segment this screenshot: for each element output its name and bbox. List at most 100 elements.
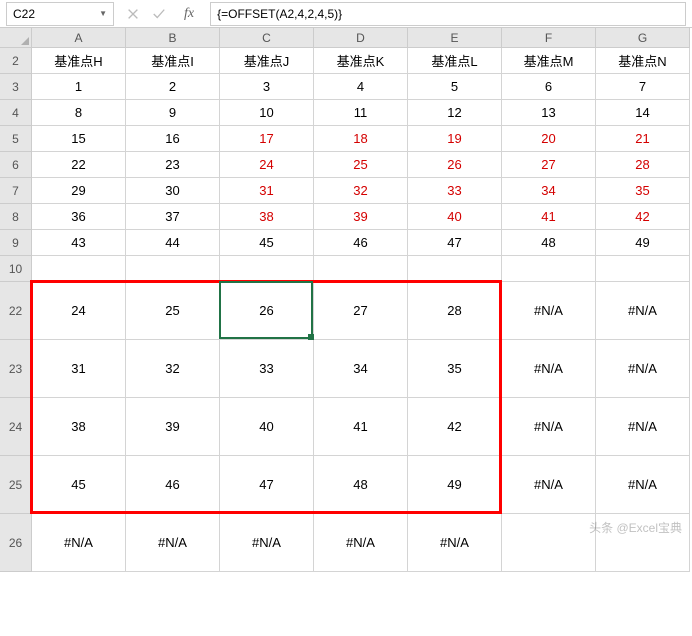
cell[interactable]: 基准点L — [408, 48, 502, 74]
column-header[interactable]: G — [596, 28, 690, 48]
cell[interactable]: 40 — [408, 204, 502, 230]
row-header[interactable]: 4 — [0, 100, 32, 126]
cell[interactable]: #N/A — [596, 340, 690, 398]
column-header[interactable]: D — [314, 28, 408, 48]
cell[interactable]: 25 — [126, 282, 220, 340]
cell[interactable] — [32, 256, 126, 282]
cell[interactable]: 18 — [314, 126, 408, 152]
cell[interactable]: 基准点M — [502, 48, 596, 74]
cell[interactable]: 27 — [502, 152, 596, 178]
row-header[interactable]: 10 — [0, 256, 32, 282]
column-header[interactable]: B — [126, 28, 220, 48]
cell[interactable]: 38 — [32, 398, 126, 456]
cell[interactable] — [408, 256, 502, 282]
cell[interactable]: 35 — [408, 340, 502, 398]
row-header[interactable]: 25 — [0, 456, 32, 514]
cell[interactable] — [220, 256, 314, 282]
formula-input[interactable]: {=OFFSET(A2,4,2,4,5)} — [210, 2, 686, 26]
cell[interactable]: 29 — [32, 178, 126, 204]
cell[interactable]: 5 — [408, 74, 502, 100]
cell[interactable]: 8 — [32, 100, 126, 126]
cell[interactable]: #N/A — [314, 514, 408, 572]
cell[interactable]: 33 — [408, 178, 502, 204]
cell[interactable]: 32 — [126, 340, 220, 398]
cell[interactable]: #N/A — [32, 514, 126, 572]
cell[interactable]: 42 — [408, 398, 502, 456]
cell[interactable]: 11 — [314, 100, 408, 126]
cell[interactable]: 9 — [126, 100, 220, 126]
cell[interactable]: 3 — [220, 74, 314, 100]
row-header[interactable]: 2 — [0, 48, 32, 74]
cell[interactable]: 42 — [596, 204, 690, 230]
cell[interactable]: #N/A — [126, 514, 220, 572]
cell[interactable]: 16 — [126, 126, 220, 152]
cell[interactable] — [596, 256, 690, 282]
cell[interactable]: 19 — [408, 126, 502, 152]
name-box-dropdown-icon[interactable]: ▼ — [99, 9, 107, 18]
row-header[interactable]: 9 — [0, 230, 32, 256]
cell[interactable]: 36 — [32, 204, 126, 230]
cell[interactable]: 7 — [596, 74, 690, 100]
cell[interactable]: #N/A — [408, 514, 502, 572]
column-header[interactable]: C — [220, 28, 314, 48]
cell[interactable]: 22 — [32, 152, 126, 178]
cell[interactable]: 46 — [126, 456, 220, 514]
cell[interactable]: 23 — [126, 152, 220, 178]
cell[interactable]: 基准点N — [596, 48, 690, 74]
fx-icon[interactable]: fx — [178, 6, 200, 22]
cell[interactable]: #N/A — [502, 282, 596, 340]
cell[interactable]: 39 — [314, 204, 408, 230]
cell[interactable]: #N/A — [502, 340, 596, 398]
cell[interactable] — [126, 256, 220, 282]
cell[interactable]: 26 — [408, 152, 502, 178]
cell[interactable] — [314, 256, 408, 282]
cell[interactable]: 44 — [126, 230, 220, 256]
column-header[interactable]: A — [32, 28, 126, 48]
cell[interactable]: 15 — [32, 126, 126, 152]
cell[interactable]: 21 — [596, 126, 690, 152]
row-header[interactable]: 3 — [0, 74, 32, 100]
row-header[interactable]: 5 — [0, 126, 32, 152]
cell[interactable]: 45 — [32, 456, 126, 514]
cell[interactable]: 41 — [314, 398, 408, 456]
cell[interactable]: #N/A — [596, 282, 690, 340]
cell[interactable]: 基准点K — [314, 48, 408, 74]
confirm-icon[interactable] — [152, 7, 166, 21]
cell[interactable]: #N/A — [502, 456, 596, 514]
cell[interactable]: 12 — [408, 100, 502, 126]
cell[interactable]: 32 — [314, 178, 408, 204]
column-header[interactable]: E — [408, 28, 502, 48]
cell[interactable]: 39 — [126, 398, 220, 456]
row-header[interactable]: 7 — [0, 178, 32, 204]
select-all-corner[interactable] — [0, 28, 32, 48]
cell[interactable]: 27 — [314, 282, 408, 340]
cell[interactable]: 47 — [220, 456, 314, 514]
cell[interactable]: 31 — [220, 178, 314, 204]
cell[interactable]: #N/A — [502, 398, 596, 456]
cell[interactable]: 17 — [220, 126, 314, 152]
cell[interactable] — [502, 256, 596, 282]
cell[interactable]: 25 — [314, 152, 408, 178]
cell[interactable]: 28 — [408, 282, 502, 340]
cell[interactable]: 1 — [32, 74, 126, 100]
cell[interactable]: #N/A — [596, 398, 690, 456]
cell[interactable]: 20 — [502, 126, 596, 152]
cell[interactable]: 49 — [596, 230, 690, 256]
cell[interactable]: 48 — [502, 230, 596, 256]
cell[interactable]: 48 — [314, 456, 408, 514]
cell[interactable]: 30 — [126, 178, 220, 204]
cell[interactable]: 24 — [32, 282, 126, 340]
cell[interactable]: 26 — [220, 282, 314, 340]
cell[interactable]: 10 — [220, 100, 314, 126]
cell[interactable] — [502, 514, 596, 572]
cell[interactable]: 43 — [32, 230, 126, 256]
cell[interactable]: 33 — [220, 340, 314, 398]
cell[interactable]: 6 — [502, 74, 596, 100]
cell[interactable]: 45 — [220, 230, 314, 256]
cell[interactable]: 34 — [502, 178, 596, 204]
cancel-icon[interactable] — [126, 7, 140, 21]
cell[interactable]: 37 — [126, 204, 220, 230]
cell[interactable]: 47 — [408, 230, 502, 256]
cell[interactable]: 28 — [596, 152, 690, 178]
row-header[interactable]: 23 — [0, 340, 32, 398]
